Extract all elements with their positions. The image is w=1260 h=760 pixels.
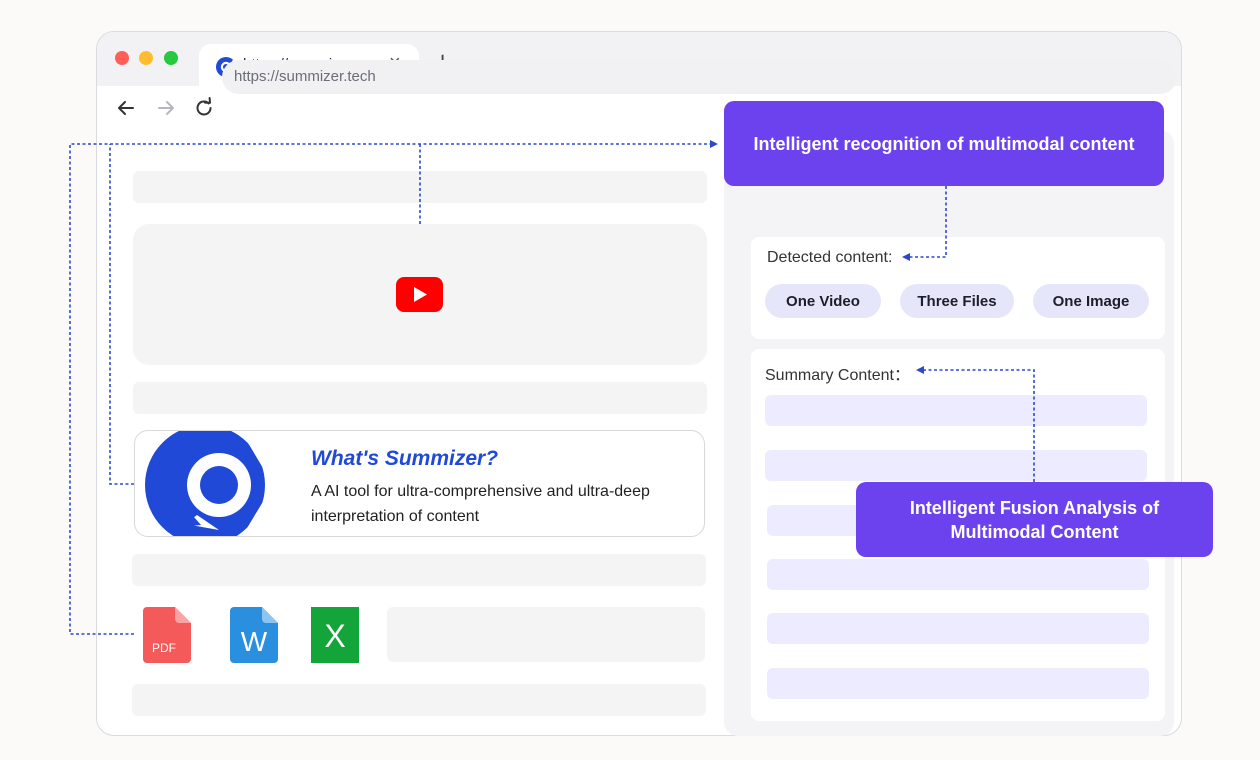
word-label: W <box>241 626 268 657</box>
recognition-callout: Intelligent recognition of multimodal co… <box>724 101 1164 186</box>
content-placeholder <box>133 382 707 414</box>
detected-content-label: Detected content: <box>767 249 893 266</box>
url-text: https://summizer.tech <box>234 68 376 85</box>
summary-content-label: Summary Content： <box>765 367 910 384</box>
forward-arrow-icon[interactable] <box>153 95 179 121</box>
content-placeholder <box>132 554 706 586</box>
content-placeholder <box>132 684 706 716</box>
summizer-intro-card: What's Summizer? A AI tool for ultra-com… <box>134 430 705 537</box>
detected-item-video[interactable]: One Video <box>765 284 881 318</box>
card-title: What's Summizer? <box>311 447 499 470</box>
video-embed[interactable] <box>133 224 707 365</box>
word-file-icon[interactable]: W <box>230 607 278 663</box>
reload-icon[interactable] <box>191 95 217 121</box>
detected-item-image[interactable]: One Image <box>1033 284 1149 318</box>
maximize-window-button[interactable] <box>164 51 178 65</box>
close-window-button[interactable] <box>115 51 129 65</box>
excel-file-icon[interactable]: X <box>311 607 359 663</box>
summary-line <box>767 613 1149 644</box>
back-arrow-icon[interactable] <box>113 95 139 121</box>
pdf-file-icon[interactable]: PDF <box>143 607 191 663</box>
summary-line <box>765 395 1147 426</box>
address-bar[interactable]: https://summizer.tech <box>222 60 1177 94</box>
summary-line <box>767 559 1149 590</box>
detected-content-card: Detected content: One Video Three Files … <box>751 237 1165 339</box>
minimize-window-button[interactable] <box>139 51 153 65</box>
detected-item-files[interactable]: Three Files <box>900 284 1014 318</box>
summizer-logo-icon <box>145 431 285 536</box>
fusion-analysis-callout: Intelligent Fusion Analysis of Multimoda… <box>856 482 1213 557</box>
pdf-label: PDF <box>152 641 176 655</box>
excel-label: X <box>324 618 345 654</box>
card-description: A AI tool for ultra-comprehensive and ul… <box>311 483 650 525</box>
summary-line <box>767 668 1149 699</box>
youtube-play-icon[interactable] <box>396 277 443 312</box>
content-placeholder <box>133 171 707 203</box>
content-placeholder <box>387 607 705 662</box>
summary-line <box>765 450 1147 481</box>
